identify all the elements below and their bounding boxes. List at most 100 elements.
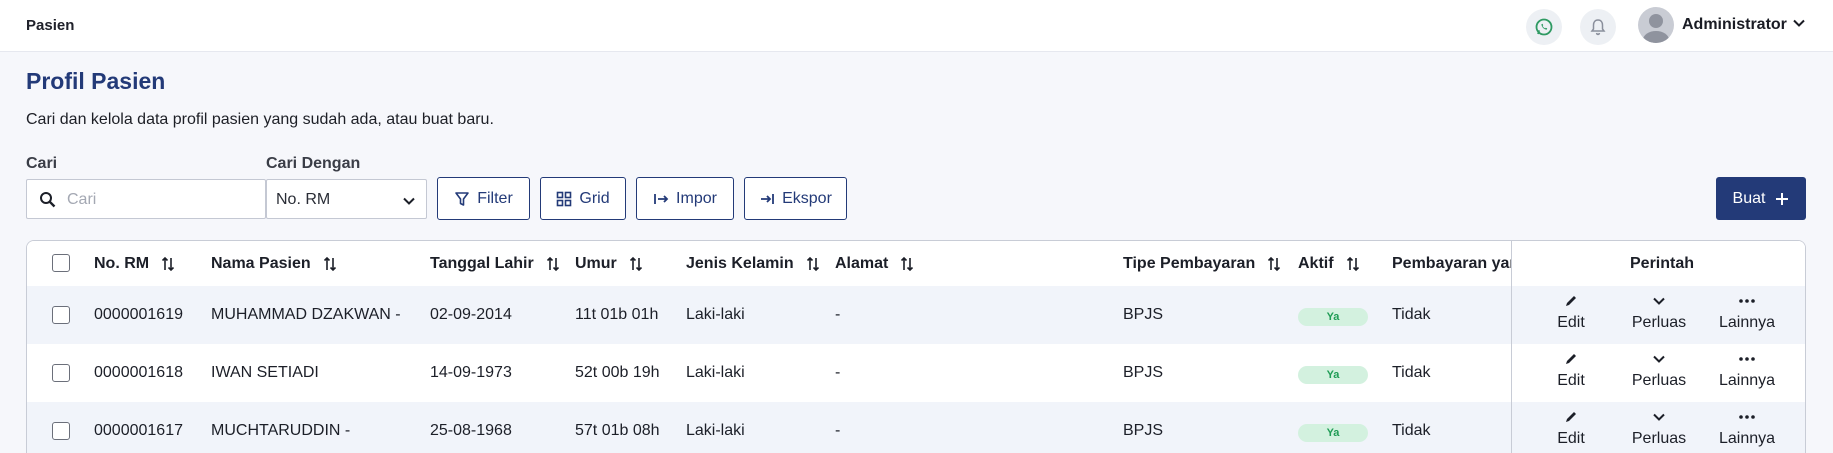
pencil-icon [1566,354,1576,364]
cell-jenis-kelamin: Laki-laki [686,306,745,323]
col-aktif[interactable]: Aktif [1298,255,1360,273]
more-icon [1739,357,1755,361]
export-icon [761,193,774,204]
more-icon [1739,299,1755,303]
row-checkbox[interactable] [52,306,70,324]
plus-icon [1776,192,1789,205]
col-alamat[interactable]: Alamat [835,255,914,273]
import-icon [654,193,669,204]
more-button[interactable]: Lainnya [1707,352,1787,390]
chevron-down-icon [1653,355,1665,363]
cell-tanggal-lahir: 14-09-1973 [430,364,512,381]
cell-umur: 57t 01b 08h [575,422,660,439]
sort-icon[interactable] [323,256,337,272]
create-button[interactable]: Buat [1716,177,1806,220]
search-input[interactable] [67,186,257,214]
select-all-checkbox[interactable] [52,254,70,272]
cell-umur: 11t 01b 01h [575,306,659,323]
page-description: Cari dan kelola data profil pasien yang … [26,111,494,128]
import-label: Impor [676,189,717,207]
cell-umur: 52t 00b 19h [575,364,660,381]
col-jenis-kelamin[interactable]: Jenis Kelamin [686,255,820,273]
whatsapp-button[interactable] [1526,9,1562,45]
top-bar: Pasien Administrator [0,0,1833,52]
col-no-rm[interactable]: No. RM [94,255,175,273]
chevron-down-icon [403,197,415,205]
cell-tipe-pembayaran: BPJS [1123,364,1164,381]
chevron-down-icon [1653,297,1665,305]
col-tipe-pembayaran[interactable]: Tipe Pembayaran [1123,255,1281,273]
cell-pembayaran: Tidak [1392,306,1431,323]
row-checkbox[interactable] [52,422,70,440]
import-button[interactable]: Impor [636,177,734,220]
col-pembayaran: Pembayaran yan [1392,255,1512,272]
actions-column: Perintah Edit Perluas Lainnya Edit Perlu… [1511,241,1805,453]
sort-icon[interactable] [1346,256,1360,272]
cell-pembayaran: Tidak [1392,364,1431,381]
status-badge: Ya [1298,308,1368,326]
user-name[interactable]: Administrator [1682,16,1787,34]
notification-button[interactable] [1580,9,1616,45]
page-title: Profil Pasien [26,68,166,94]
search-by-value: No. RM [276,191,331,208]
expand-button[interactable]: Perluas [1619,410,1699,448]
col-nama-pasien[interactable]: Nama Pasien [211,255,337,273]
filter-button[interactable]: Filter [437,177,530,220]
sort-icon[interactable] [629,256,643,272]
grid-button[interactable]: Grid [540,177,626,220]
edit-button[interactable]: Edit [1531,410,1611,448]
more-button[interactable]: Lainnya [1707,410,1787,448]
grid-icon [557,191,572,206]
filter-icon [455,191,470,206]
search-by-select[interactable]: No. RM [266,179,427,219]
sort-icon[interactable] [900,256,914,272]
breadcrumb: Pasien [26,17,75,34]
pencil-icon [1566,296,1576,306]
bell-icon [1590,19,1606,36]
sort-icon[interactable] [1267,256,1281,272]
row-checkbox[interactable] [52,364,70,382]
cell-tanggal-lahir: 25-08-1968 [430,422,512,439]
sort-icon[interactable] [161,256,175,272]
edit-button[interactable]: Edit [1531,294,1611,332]
sort-icon[interactable] [546,256,560,272]
search-label: Cari [26,155,58,172]
search-icon [40,192,56,208]
cell-tipe-pembayaran: BPJS [1123,306,1164,323]
export-button[interactable]: Ekspor [744,177,847,220]
pencil-icon [1566,412,1576,422]
cell-jenis-kelamin: Laki-laki [686,364,745,381]
cell-jenis-kelamin: Laki-laki [686,422,745,439]
patient-table: No. RM Nama Pasien Tanggal Lahir Umur Je… [26,240,1806,453]
cell-alamat: - [835,306,841,323]
filter-label: Filter [477,189,513,207]
more-button[interactable]: Lainnya [1707,294,1787,332]
cell-pembayaran: Tidak [1392,422,1431,439]
status-badge: Ya [1298,366,1368,384]
cell-tipe-pembayaran: BPJS [1123,422,1164,439]
expand-button[interactable]: Perluas [1619,352,1699,390]
cell-alamat: - [835,422,841,439]
whatsapp-icon [1535,18,1553,36]
cell-no-rm: 0000001618 [94,364,183,381]
cell-no-rm: 0000001619 [94,306,183,323]
cell-tanggal-lahir: 02-09-2014 [430,306,512,323]
chevron-down-icon[interactable] [1792,16,1806,30]
expand-button[interactable]: Perluas [1619,294,1699,332]
cell-nama-pasien: MUHAMMAD DZAKWAN - [211,306,401,323]
cell-alamat: - [835,364,841,381]
search-by-label: Cari Dengan [266,155,361,172]
col-tanggal-lahir[interactable]: Tanggal Lahir [430,255,560,273]
chevron-down-icon [1653,413,1665,421]
export-label: Ekspor [782,189,832,207]
sort-icon[interactable] [806,256,820,272]
more-icon [1739,415,1755,419]
cell-no-rm: 0000001617 [94,422,183,439]
col-umur[interactable]: Umur [575,255,643,273]
avatar[interactable] [1638,7,1674,43]
create-label: Buat [1732,189,1766,207]
grid-label: Grid [579,189,610,207]
edit-button[interactable]: Edit [1531,352,1611,390]
cell-nama-pasien: MUCHTARUDDIN - [211,422,351,439]
col-perintah: Perintah [1630,255,1695,272]
